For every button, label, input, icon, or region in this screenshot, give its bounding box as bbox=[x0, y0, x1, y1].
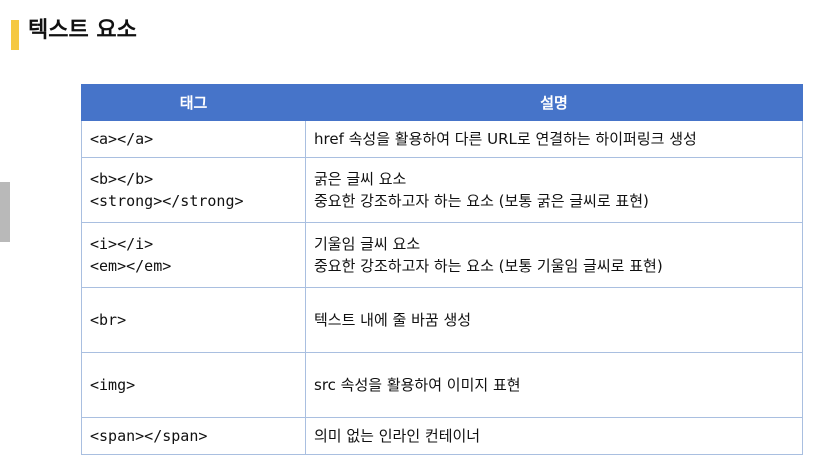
header-description: 설명 bbox=[305, 84, 803, 121]
table-row: <i></i> <em></em> 기울임 글씨 요소 중요한 강조하고자 하는… bbox=[81, 222, 803, 288]
description-text: 중요한 강조하고자 하는 요소 (보통 기울임 글씨로 표현) bbox=[314, 257, 663, 275]
tag-text: <img> bbox=[90, 376, 136, 394]
tag-text: <i></i> bbox=[90, 235, 154, 253]
title-accent-bar bbox=[11, 20, 19, 50]
header-tag: 태그 bbox=[81, 84, 306, 121]
tag-cell: <br> bbox=[81, 287, 306, 353]
tag-cell: <a></a> bbox=[81, 120, 306, 158]
page-title: 텍스트 요소 bbox=[28, 18, 137, 43]
table-row: <span></span> 의미 없는 인라인 컨테이너 bbox=[81, 417, 803, 455]
description-text: href 속성을 활용하여 다른 URL로 연결하는 하이퍼링크 생성 bbox=[314, 130, 697, 148]
description-cell: 텍스트 내에 줄 바꿈 생성 bbox=[305, 287, 803, 353]
tag-cell: <b></b> <strong></strong> bbox=[81, 157, 306, 223]
tag-text: <strong></strong> bbox=[90, 192, 244, 210]
description-cell: 의미 없는 인라인 컨테이너 bbox=[305, 417, 803, 455]
tag-text: <a></a> bbox=[90, 130, 154, 148]
tag-text: <span></span> bbox=[90, 427, 208, 445]
description-text: 중요한 강조하고자 하는 요소 (보통 굵은 글씨로 표현) bbox=[314, 192, 649, 210]
table-row: <br> 텍스트 내에 줄 바꿈 생성 bbox=[81, 287, 803, 353]
description-text: 의미 없는 인라인 컨테이너 bbox=[314, 427, 481, 445]
description-text: 기울임 글씨 요소 bbox=[314, 235, 421, 253]
description-text: 굵은 글씨 요소 bbox=[314, 170, 407, 188]
description-text: src 속성을 활용하여 이미지 표현 bbox=[314, 376, 521, 394]
tag-cell: <i></i> <em></em> bbox=[81, 222, 306, 288]
tag-text: <em></em> bbox=[90, 257, 172, 275]
table-row: <img> src 속성을 활용하여 이미지 표현 bbox=[81, 352, 803, 418]
description-cell: 기울임 글씨 요소 중요한 강조하고자 하는 요소 (보통 기울임 글씨로 표현… bbox=[305, 222, 803, 288]
tag-table: 태그 설명 <a></a> href 속성을 활용하여 다른 URL로 연결하는… bbox=[81, 84, 803, 455]
tag-text: <b></b> bbox=[90, 170, 154, 188]
table-header-row: 태그 설명 bbox=[81, 84, 803, 121]
side-scroll-tab[interactable] bbox=[0, 182, 10, 242]
tag-cell: <span></span> bbox=[81, 417, 306, 455]
description-cell: src 속성을 활용하여 이미지 표현 bbox=[305, 352, 803, 418]
table-row: <b></b> <strong></strong> 굵은 글씨 요소 중요한 강… bbox=[81, 157, 803, 223]
tag-cell: <img> bbox=[81, 352, 306, 418]
description-cell: 굵은 글씨 요소 중요한 강조하고자 하는 요소 (보통 굵은 글씨로 표현) bbox=[305, 157, 803, 223]
description-cell: href 속성을 활용하여 다른 URL로 연결하는 하이퍼링크 생성 bbox=[305, 120, 803, 158]
tag-text: <br> bbox=[90, 311, 127, 329]
description-text: 텍스트 내에 줄 바꿈 생성 bbox=[314, 311, 472, 329]
table-row: <a></a> href 속성을 활용하여 다른 URL로 연결하는 하이퍼링크… bbox=[81, 120, 803, 158]
